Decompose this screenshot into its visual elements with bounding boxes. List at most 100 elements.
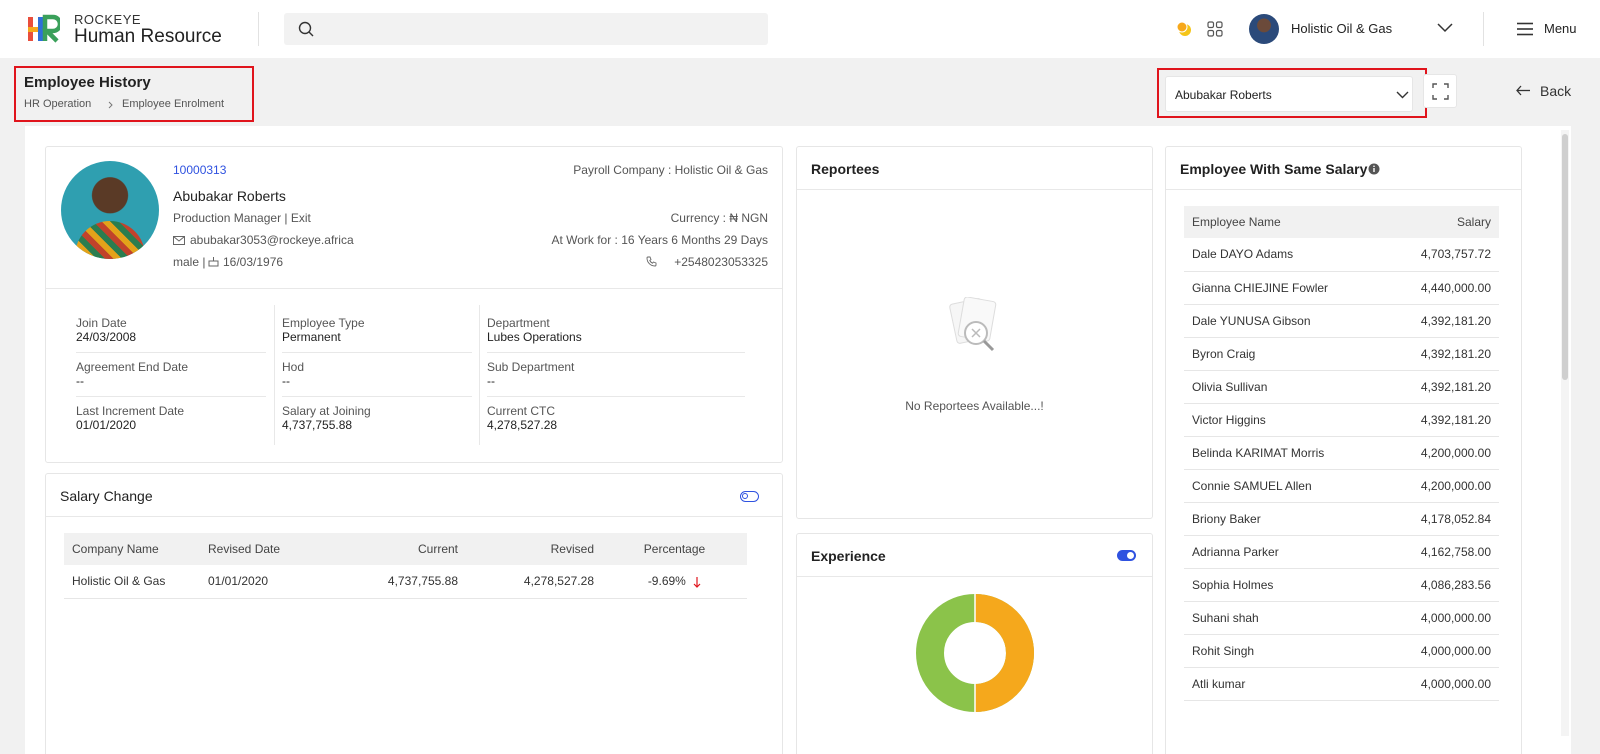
info-icon[interactable] [1368, 163, 1380, 175]
search-input[interactable] [284, 13, 768, 45]
last-increment-value: 01/01/2020 [76, 418, 137, 432]
breadcrumb-hr-operation[interactable]: HR Operation [24, 98, 91, 110]
divider [797, 189, 1152, 190]
no-reportees-message: No Reportees Available...! [905, 399, 1044, 413]
salary-change-card: Salary Change Company Name Revised Date … [45, 473, 783, 754]
employee-select[interactable]: Abubakar Roberts [1165, 76, 1413, 112]
table-row: Belinda KARIMAT Morris 4,200,000.00 [1184, 436, 1499, 470]
employee-gender: male | [173, 255, 206, 269]
company-cell: Holistic Oil & Gas [64, 565, 200, 599]
divider [274, 305, 275, 445]
employee-name-cell: Dale DAYO Adams [1184, 238, 1386, 272]
donut-segment-orange [974, 594, 1034, 712]
profile-card: 10000313 Abubakar Roberts Production Man… [45, 146, 783, 463]
column-header: Current [330, 533, 466, 565]
employee-name-cell: Rohit Singh [1184, 634, 1386, 668]
employee-name-cell: Sophia Holmes [1184, 568, 1386, 602]
employee-photo [61, 161, 159, 259]
chevron-down-icon [1396, 91, 1409, 99]
table-row: Atli kumar 4,000,000.00 [1184, 667, 1499, 701]
employee-name-cell: Connie SAMUEL Allen [1184, 469, 1386, 503]
employee-select-highlight: Abubakar Roberts [1157, 68, 1427, 118]
experience-title: Experience [811, 548, 886, 564]
salary-change-title: Salary Change [60, 488, 153, 504]
table-row: Sophia Holmes 4,086,283.56 [1184, 568, 1499, 602]
apps-grid-icon[interactable] [1207, 21, 1223, 37]
join-date-label: Join Date [76, 316, 127, 330]
divider [479, 305, 480, 445]
cake-icon [208, 257, 219, 267]
hod-label: Hod [282, 360, 305, 374]
employee-role: Production Manager | Exit [173, 211, 311, 225]
divider [1483, 12, 1484, 46]
breadcrumb-employee-enrolment[interactable]: Employee Enrolment [122, 98, 224, 110]
column-header: Salary [1385, 206, 1499, 238]
table-row: Holistic Oil & Gas 01/01/2020 4,737,755.… [64, 565, 747, 599]
back-button[interactable]: Back [1540, 83, 1571, 99]
percentage-value: -9.69% [647, 574, 686, 589]
employee-type-label: Employee Type [282, 316, 365, 330]
column-header: Revised Date [200, 533, 330, 565]
employee-name-cell: Byron Craig [1184, 337, 1386, 371]
brand-top: ROCKEYE [74, 12, 142, 27]
table-row: Suhani shah 4,000,000.00 [1184, 601, 1499, 635]
employee-select-value: Abubakar Roberts [1175, 88, 1272, 102]
page-title: Employee History [24, 74, 151, 91]
chevron-down-icon[interactable] [1437, 23, 1453, 33]
salary-cell: 4,000,000.00 [1385, 634, 1499, 668]
currency: Currency : ₦ NGN [670, 211, 768, 225]
hamburger-icon[interactable] [1516, 22, 1534, 36]
salary-cell: 4,703,757.72 [1385, 238, 1499, 272]
divider [46, 516, 782, 517]
chevron-right-icon [108, 101, 113, 109]
hod-value: -- [282, 374, 290, 388]
employee-name-cell: Dale YUNUSA Gibson [1184, 304, 1386, 338]
mail-icon [173, 236, 185, 245]
employee-phone: +2548023053325 [674, 255, 768, 269]
salary-cell: 4,392,181.20 [1385, 370, 1499, 404]
employee-name-cell: Atli kumar [1184, 667, 1386, 701]
empty-search-icon [949, 297, 997, 352]
arrow-left-icon[interactable] [1516, 85, 1531, 96]
divider [46, 288, 782, 289]
user-avatar[interactable] [1249, 14, 1279, 44]
salary-cell: 4,200,000.00 [1385, 469, 1499, 503]
reportees-card: Reportees No Reportees Available...! [796, 146, 1153, 519]
column-header: Percentage [602, 533, 747, 565]
payroll-company: Payroll Company : Holistic Oil & Gas [573, 163, 768, 177]
fullscreen-button[interactable] [1423, 74, 1457, 108]
employee-id[interactable]: 10000313 [173, 163, 226, 177]
table-row: Gianna CHIEJINE Fowler 4,440,000.00 [1184, 271, 1499, 305]
coins-icon[interactable] [1175, 20, 1193, 38]
salary-cell: 4,086,283.56 [1385, 568, 1499, 602]
same-salary-card: Employee With Same Salary Employee Name … [1165, 146, 1522, 754]
salary-change-toggle[interactable] [740, 491, 759, 502]
scrollbar-thumb[interactable] [1562, 134, 1568, 380]
employee-name-cell: Gianna CHIEJINE Fowler [1184, 271, 1386, 305]
table-row: Connie SAMUEL Allen 4,200,000.00 [1184, 469, 1499, 503]
employee-name: Abubakar Roberts [173, 188, 286, 204]
scrollbar-track[interactable] [1561, 130, 1569, 736]
table-row: Victor Higgins 4,392,181.20 [1184, 403, 1499, 437]
agreement-end-label: Agreement End Date [76, 360, 189, 374]
employee-name-cell: Suhani shah [1184, 601, 1386, 635]
phone-icon [646, 256, 657, 267]
page-title-box: Employee History HR Operation Employee E… [14, 66, 254, 122]
percentage-cell: -9.69% [602, 565, 747, 599]
search-icon [298, 21, 314, 37]
agreement-end-value: -- [76, 374, 84, 388]
menu-button[interactable]: Menu [1544, 21, 1577, 36]
company-switcher-label[interactable]: Holistic Oil & Gas [1291, 21, 1392, 36]
employee-name-cell: Olivia Sullivan [1184, 370, 1386, 404]
experience-toggle[interactable] [1117, 550, 1136, 561]
arrow-down-icon [693, 576, 701, 588]
table-row: Adrianna Parker 4,162,758.00 [1184, 535, 1499, 569]
salary-cell: 4,000,000.00 [1385, 667, 1499, 701]
employee-name-cell: Victor Higgins [1184, 403, 1386, 437]
employee-email: abubakar3053@rockeye.africa [190, 233, 354, 247]
experience-donut-chart [916, 594, 1034, 712]
salary-at-joining-value: 4,737,755.88 [282, 418, 353, 432]
salary-change-table: Company Name Revised Date Current Revise… [64, 533, 747, 599]
divider [258, 12, 259, 46]
salary-cell: 4,000,000.00 [1385, 601, 1499, 635]
